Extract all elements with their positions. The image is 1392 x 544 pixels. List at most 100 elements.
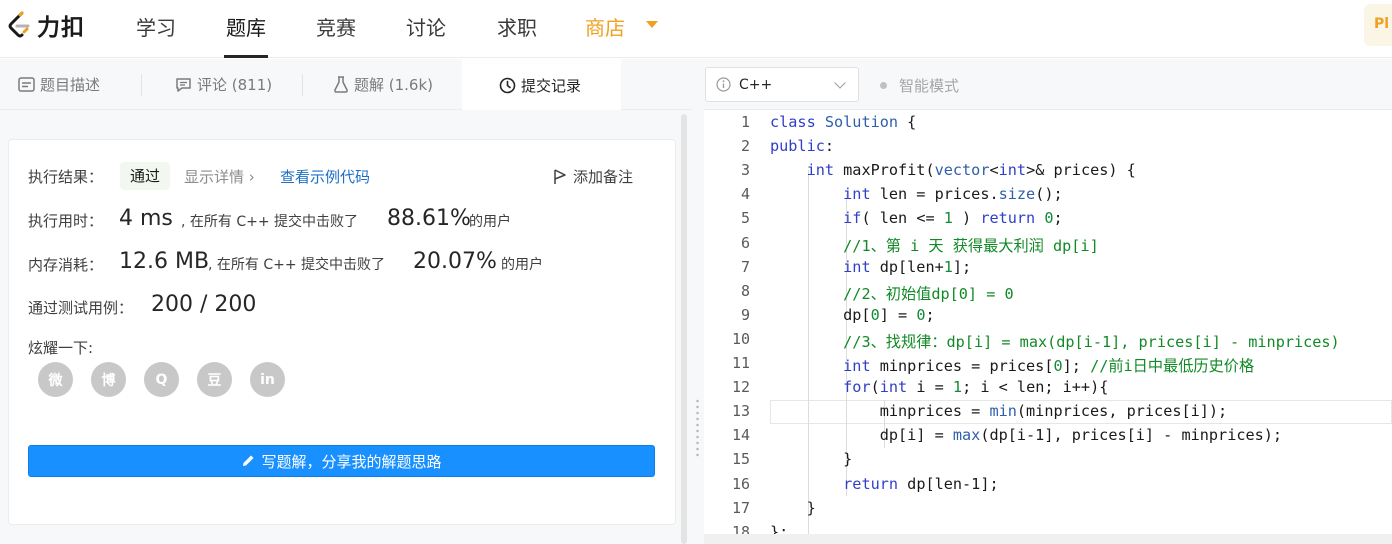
leetcode-logo[interactable]: 力扣 (6, 10, 85, 41)
code-line[interactable]: public: (770, 137, 834, 155)
clock-icon (499, 77, 516, 94)
line-number: 4 (740, 185, 750, 204)
weibo-icon[interactable]: 博 (91, 362, 126, 397)
memory-users-text: 的用户 (501, 257, 543, 273)
line-number: 16 (731, 474, 750, 493)
chevron-down-icon (834, 77, 846, 89)
flask-icon (333, 76, 349, 93)
code-line[interactable]: //1、第 i 天 获得最大利润 dp[i] (770, 234, 1099, 256)
line-number: 15 (731, 450, 750, 469)
document-icon (18, 77, 35, 92)
code-line[interactable]: //3、找规律：dp[i] = max(dp[i-1], prices[i] -… (770, 330, 1340, 352)
nav-contest[interactable]: 竞赛 (316, 12, 356, 58)
write-solution-label: 写题解，分享我的解题思路 (261, 452, 442, 471)
line-number: 10 (731, 329, 750, 348)
info-icon (716, 77, 731, 92)
line-number: 8 (740, 281, 750, 300)
code-line[interactable]: minprices = min(minprices, prices[i]); (770, 402, 1227, 420)
share-label: 炫耀一下: (28, 339, 94, 357)
drag-handle-icon[interactable] (696, 398, 699, 458)
code-line[interactable]: } (770, 450, 852, 468)
pencil-icon (241, 454, 255, 468)
code-editor[interactable]: 1 2 3 4 5 6 7 8 9 10 11 12 13 14 15 16 17 18 class Solutio… (704, 110, 1392, 544)
line-number: 2 (740, 137, 750, 156)
code-line[interactable]: for(int i = 1; i < len; i++){ (770, 378, 1108, 396)
code-line[interactable]: if( len <= 1 ) return 0; (770, 209, 1063, 227)
runtime-users-text: 的用户 (469, 214, 511, 230)
tab-solutions-label: 题解 (1.6k) (354, 76, 434, 94)
qq-icon[interactable]: Q (144, 362, 179, 397)
code-line[interactable]: //2、初始值dp[0] = 0 (770, 282, 1013, 304)
left-scrollbar[interactable] (681, 114, 687, 544)
status-dot-icon (880, 82, 887, 89)
smart-mode-toggle[interactable]: 智能模式 (880, 75, 959, 96)
nav-problemset[interactable]: 题库 (224, 12, 268, 58)
runtime-label: 执行用时： (28, 212, 104, 230)
code-line[interactable]: int dp[len+1]; (770, 258, 971, 276)
left-tab-bar: 题目描述 评论 (811) 题解 (1.6k) 提交记录 (0, 59, 692, 111)
memory-value: 12.6 MB (119, 249, 210, 274)
logo-text: 力扣 (37, 15, 85, 41)
plus-button[interactable]: Pl (1364, 4, 1392, 46)
top-navbar: 力扣 学习 题库 竞赛 讨论 求职 商店 Pl (0, 0, 1392, 58)
line-number: 14 (731, 426, 750, 445)
language-value: C++ (739, 76, 773, 93)
status-badge: 通过 (120, 162, 171, 190)
smart-mode-label: 智能模式 (899, 77, 960, 95)
tab-description[interactable]: 题目描述 (18, 59, 100, 110)
line-number: 17 (731, 498, 750, 517)
memory-percent: 20.07% (413, 249, 497, 274)
write-solution-button[interactable]: 写题解，分享我的解题思路 (28, 445, 655, 477)
tab-solutions[interactable]: 题解 (1.6k) (333, 59, 433, 110)
code-line[interactable]: int maxProfit(vector<int>& prices) { (770, 161, 1136, 179)
line-number: 1 (740, 113, 750, 131)
nav-learn[interactable]: 学习 (136, 12, 176, 58)
tab-comments[interactable]: 评论 (811) (175, 59, 272, 110)
editor-horizontal-scrollbar[interactable] (704, 534, 1392, 544)
tab-submissions[interactable]: 提交记录 (462, 59, 621, 111)
runtime-percent: 88.61% (387, 206, 471, 231)
line-number: 7 (740, 257, 750, 276)
nav-discuss[interactable]: 讨论 (406, 12, 446, 58)
view-sample-code-link[interactable]: 查看示例代码 (280, 166, 370, 187)
runtime-value: 4 ms (119, 206, 173, 231)
nav-store[interactable]: 商店 (585, 12, 625, 58)
test-cases-label: 通过测试用例： (28, 299, 134, 317)
code-line[interactable]: dp[i] = max(dp[i-1], prices[i] - minpric… (770, 426, 1282, 444)
comment-icon (175, 77, 192, 93)
line-number: 5 (740, 209, 750, 228)
douban-icon[interactable]: 豆 (197, 362, 232, 397)
flag-icon (553, 168, 567, 185)
line-number: 3 (740, 161, 750, 180)
share-icon-row: 微 博 Q 豆 in (38, 362, 285, 397)
line-number: 9 (740, 305, 750, 324)
line-number: 11 (731, 354, 750, 372)
code-line[interactable]: int len = prices.size(); (770, 185, 1062, 203)
tab-submissions-label: 提交记录 (521, 76, 582, 95)
tab-divider (302, 74, 303, 96)
panel-splitter[interactable] (692, 59, 704, 544)
language-select[interactable]: C++ (705, 67, 859, 102)
wechat-icon[interactable]: 微 (38, 362, 73, 397)
code-line[interactable]: return dp[len-1]; (770, 475, 998, 493)
add-note-button[interactable]: 添加备注 (553, 166, 633, 187)
caret-down-icon[interactable] (646, 21, 658, 28)
nav-jobs[interactable]: 求职 (497, 12, 537, 58)
test-cases-value: 200 / 200 (151, 292, 257, 317)
line-number: 12 (731, 378, 750, 397)
memory-beat-text: , 在所有 C++ 提交中击败了 (208, 257, 386, 273)
exec-result-label: 执行结果： (28, 168, 104, 186)
linkedin-icon[interactable]: in (250, 362, 285, 397)
code-line[interactable]: int minprices = prices[0]; //前i日中最低历史价格 (770, 354, 1254, 376)
memory-label: 内存消耗： (28, 256, 104, 274)
code-line[interactable]: class Solution { (770, 113, 916, 131)
code-line[interactable]: dp[0] = 0; (770, 306, 935, 324)
leetcode-logo-icon (8, 11, 30, 38)
code-line[interactable]: } (770, 499, 816, 517)
tab-description-label: 题目描述 (40, 76, 101, 94)
runtime-beat-text: , 在所有 C++ 提交中击败了 (181, 214, 359, 230)
show-details-link[interactable]: 显示详情 › (184, 166, 255, 187)
line-number: 13 (731, 402, 750, 421)
tab-divider (141, 74, 142, 96)
line-number: 6 (740, 233, 750, 252)
